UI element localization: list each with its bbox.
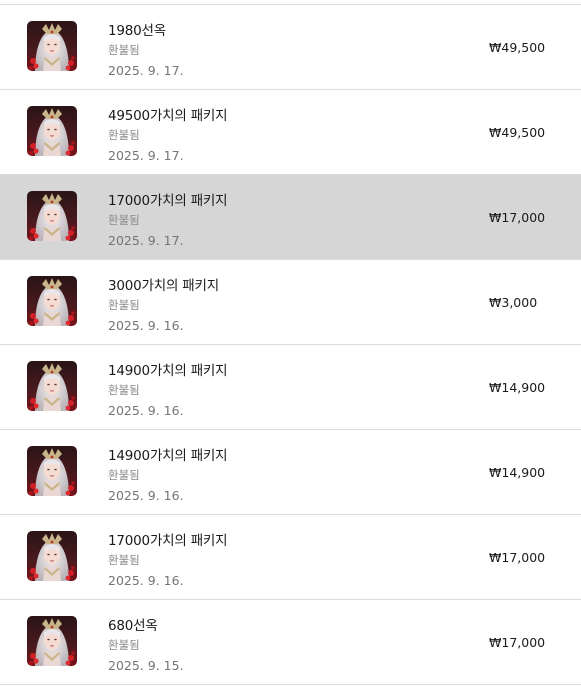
purchase-date: 2025. 9. 17. xyxy=(108,148,184,163)
game-character-icon xyxy=(27,191,77,241)
purchase-status: 환불됨 xyxy=(108,553,140,567)
game-character-icon xyxy=(27,531,77,581)
game-character-icon xyxy=(27,21,77,71)
game-character-icon xyxy=(27,361,77,411)
purchase-price: ₩17,000 xyxy=(489,550,546,565)
game-character-icon xyxy=(27,446,77,496)
purchase-price: ₩17,000 xyxy=(489,635,546,650)
purchase-row[interactable]: 1980선옥 환불됨 2025. 9. 17. ₩49,500 xyxy=(0,5,581,90)
purchase-title: 14900가치의 패키지 xyxy=(108,448,228,464)
purchase-price: ₩49,500 xyxy=(489,40,546,55)
purchase-title: 3000가치의 패키지 xyxy=(108,278,219,294)
purchase-price: ₩49,500 xyxy=(489,125,546,140)
purchase-date: 2025. 9. 16. xyxy=(108,488,184,503)
purchase-status: 환불됨 xyxy=(108,128,140,142)
purchase-status: 환불됨 xyxy=(108,638,140,652)
purchase-row[interactable]: 14900가치의 패키지 환불됨 2025. 9. 16. ₩14,900 xyxy=(0,430,581,515)
purchase-row[interactable]: 49500가치의 패키지 환불됨 2025. 9. 17. ₩49,500 xyxy=(0,90,581,175)
purchase-status: 환불됨 xyxy=(108,43,140,57)
purchase-title: 680선옥 xyxy=(108,618,158,634)
game-character-icon xyxy=(27,276,77,326)
purchase-row[interactable]: 3000가치의 패키지 환불됨 2025. 9. 16. ₩3,000 xyxy=(0,260,581,345)
purchase-price: ₩3,000 xyxy=(489,295,538,310)
purchase-title: 17000가치의 패키지 xyxy=(108,533,228,549)
purchase-title: 17000가치의 패키지 xyxy=(108,193,228,209)
purchase-date: 2025. 9. 17. xyxy=(108,233,184,248)
purchase-row[interactable]: 680선옥 환불됨 2025. 9. 15. ₩17,000 xyxy=(0,600,581,685)
purchase-row[interactable]: 14900가치의 패키지 환불됨 2025. 9. 16. ₩14,900 xyxy=(0,345,581,430)
purchase-date: 2025. 9. 17. xyxy=(108,63,184,78)
purchase-history-list: 1980선옥 환불됨 2025. 9. 17. ₩49,500 49500가치의… xyxy=(0,4,581,685)
purchase-title: 49500가치의 패키지 xyxy=(108,108,228,124)
game-character-icon xyxy=(27,106,77,156)
purchase-row[interactable]: 17000가치의 패키지 환불됨 2025. 9. 17. ₩17,000 xyxy=(0,175,581,260)
purchase-title: 14900가치의 패키지 xyxy=(108,363,228,379)
purchase-date: 2025. 9. 16. xyxy=(108,573,184,588)
purchase-date: 2025. 9. 16. xyxy=(108,318,184,333)
purchase-status: 환불됨 xyxy=(108,213,140,227)
purchase-status: 환불됨 xyxy=(108,383,140,397)
purchase-status: 환불됨 xyxy=(108,468,140,482)
purchase-status: 환불됨 xyxy=(108,298,140,312)
purchase-date: 2025. 9. 16. xyxy=(108,403,184,418)
purchase-price: ₩17,000 xyxy=(489,210,546,225)
purchase-title: 1980선옥 xyxy=(108,23,166,39)
purchase-price: ₩14,900 xyxy=(489,465,546,480)
purchase-row[interactable]: 17000가치의 패키지 환불됨 2025. 9. 16. ₩17,000 xyxy=(0,515,581,600)
game-character-icon xyxy=(27,616,77,666)
purchase-price: ₩14,900 xyxy=(489,380,546,395)
purchase-date: 2025. 9. 15. xyxy=(108,658,184,673)
